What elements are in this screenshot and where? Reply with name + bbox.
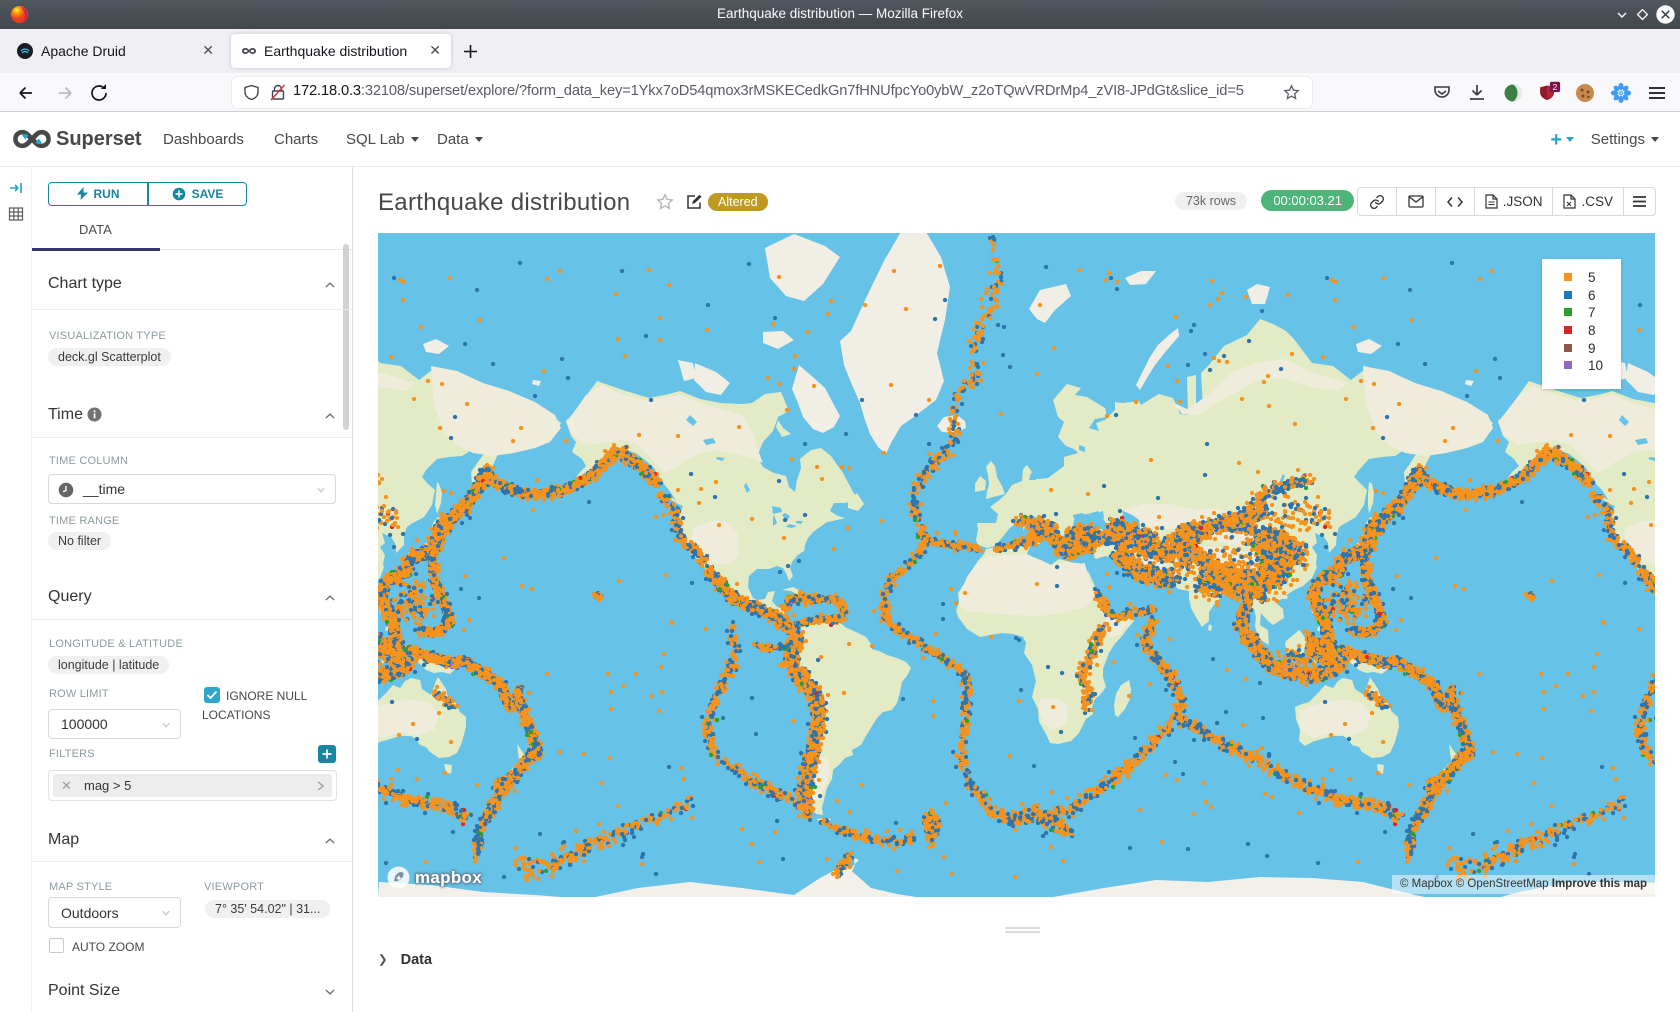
svg-text:2: 2	[1553, 82, 1558, 92]
